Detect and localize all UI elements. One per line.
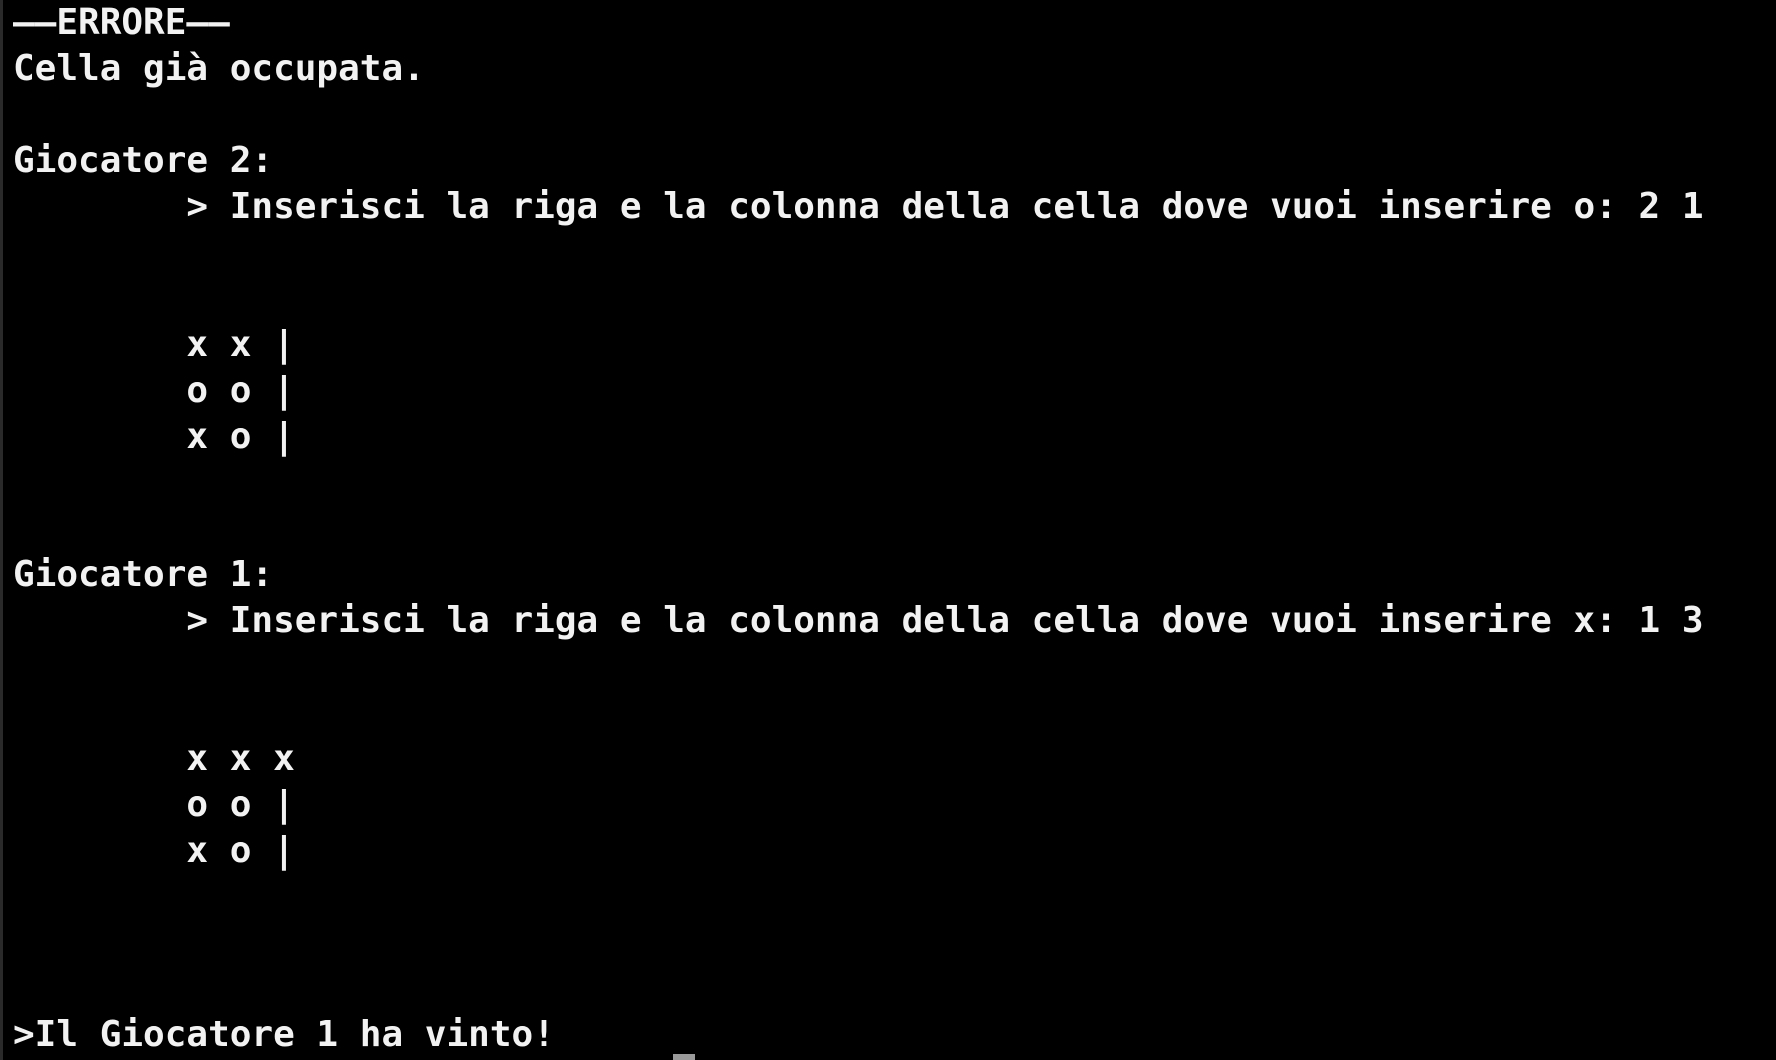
error-header: ——ERRORE—— — [13, 2, 230, 43]
terminal-window[interactable]: ——ERRORE—— Cella già occupata. Giocatore… — [0, 0, 1776, 1060]
board2-row-3: x o | — [13, 830, 295, 871]
board1-row-1: x x | — [13, 324, 295, 365]
board1-row-3: x o | — [13, 416, 295, 457]
error-message: Cella già occupata. — [13, 48, 425, 89]
player1-label: Giocatore 1: — [13, 554, 274, 595]
board2-row-1: x x x — [13, 738, 295, 779]
board2-row-2: o o | — [13, 784, 295, 825]
player2-prompt: > Inserisci la riga e la colonna della c… — [13, 186, 1704, 227]
player2-label: Giocatore 2: — [13, 140, 274, 181]
player1-prompt: > Inserisci la riga e la colonna della c… — [13, 600, 1704, 641]
text-cursor — [673, 1054, 695, 1060]
board1-row-2: o o | — [13, 370, 295, 411]
winner-message: >Il Giocatore 1 ha vinto! — [13, 1014, 555, 1055]
